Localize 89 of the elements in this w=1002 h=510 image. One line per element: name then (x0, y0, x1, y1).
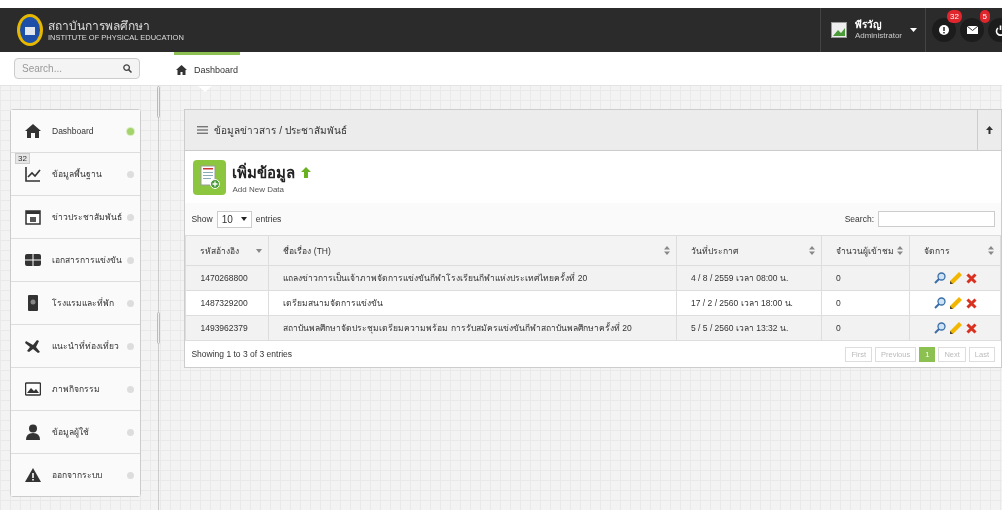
envelope-icon (966, 26, 978, 34)
magnifier-icon[interactable] (933, 297, 946, 309)
table-cell: 1493962379 (185, 315, 269, 341)
menu-label: ภาพกิจกรรม (52, 383, 101, 396)
column-header[interactable]: ชื่อเรื่อง (TH) (268, 235, 677, 266)
add-data-subtitle: Add New Data (232, 184, 286, 194)
magnifier-icon[interactable] (933, 272, 946, 284)
mail-button[interactable] (960, 18, 984, 42)
sidebar-item[interactable]: Dashboard (11, 110, 141, 153)
show-label: Show (191, 214, 213, 224)
pencil-icon[interactable] (949, 272, 962, 284)
table-cell: 1470268800 (185, 265, 269, 291)
picture-icon (25, 381, 41, 397)
table-cell: เตรียมสนามจัดการแข่งขัน (268, 290, 677, 316)
alert-button[interactable] (932, 18, 956, 42)
page-size-select[interactable]: 10 (216, 210, 252, 228)
menu-label: เอกสารการแข่งขัน (52, 254, 123, 267)
column-header[interactable]: จัดการ (909, 235, 1001, 266)
sidebar-item[interactable]: ภาพกิจกรรม (11, 368, 141, 411)
table-cell: 4 / 8 / 2559 เวลา 08:00 น. (676, 265, 822, 291)
column-header[interactable]: รหัสอ้างอิง (185, 235, 269, 266)
magnifier-icon[interactable] (933, 322, 946, 334)
pencil-icon[interactable] (949, 297, 962, 309)
search-input[interactable]: Search... (22, 63, 123, 74)
sidebar-item[interactable]: โรงแรมและที่พัก (11, 282, 141, 325)
cabinet-icon (25, 252, 41, 268)
add-data-title: เพิ่มข้อมูล (232, 161, 296, 185)
column-header[interactable]: วันที่ประกาศ (676, 235, 822, 266)
delete-icon[interactable] (965, 272, 977, 284)
up-arrow-icon (986, 126, 993, 134)
organization-name: สถาบันการพลศึกษา (48, 18, 151, 33)
table-cell: 17 / 2 / 2560 เวลา 18:00 น. (676, 290, 822, 316)
entries-label: entries (255, 214, 282, 224)
menu-label: โรงแรมและที่พัก (52, 296, 115, 310)
menu-label: ข้อมูลผู้ใช้ (52, 426, 90, 439)
up-arrow-icon (301, 167, 312, 178)
add-document-button[interactable] (193, 159, 227, 195)
sidebar-item[interactable]: ข่าวประชาสัมพันธ์ (11, 196, 141, 239)
pencil-icon[interactable] (949, 322, 962, 334)
count-badge: 32 (947, 10, 962, 23)
home-icon (176, 65, 187, 75)
person-icon (25, 424, 41, 440)
menu-label: แนะนำที่ท่องเที่ยว (52, 339, 120, 353)
breadcrumb-tab[interactable]: Dashboard (174, 52, 241, 85)
breadcrumb-label: Dashboard (194, 65, 239, 75)
table-cell: 0 (821, 290, 910, 316)
sidebar-item[interactable]: แนะนำที่ท่องเที่ยว (11, 325, 141, 368)
calendar-icon (25, 209, 41, 225)
table-cell: 5 / 5 / 2560 เวลา 13:32 น. (676, 315, 822, 341)
sidebar-item[interactable]: เอกสารการแข่งขัน (11, 239, 141, 282)
search-icon (123, 64, 132, 73)
table-info: Showing 1 to 3 of 3 entries (191, 349, 293, 359)
exclamation-icon (939, 25, 949, 35)
menu-label: ออกจากระบบ (52, 469, 103, 482)
panel-title: ข้อมูลข่าวสาร / ประชาสัมพันธ์ (214, 123, 347, 138)
menu-label: ข้อมูลพื้นฐาน (52, 167, 103, 181)
menu-label: Dashboard (52, 126, 95, 136)
avatar-icon (830, 22, 847, 38)
menu-label: ข่าวประชาสัมพันธ์ (52, 211, 123, 224)
home-icon (25, 123, 41, 139)
sidebar-item[interactable]: 32 ข้อมูลพื้นฐาน (11, 153, 141, 196)
line-chart-icon (25, 166, 41, 182)
table-search-field[interactable] (878, 211, 995, 227)
column-header[interactable]: จำนวนผู้เข้าชม (821, 235, 910, 266)
caret-icon (910, 28, 917, 32)
search-label: Search: (844, 214, 874, 224)
power-icon (994, 24, 1002, 36)
sidebar-item[interactable]: ข้อมูลผู้ใช้ (11, 411, 141, 454)
caret-icon (240, 217, 247, 221)
table-cell: 1487329200 (185, 290, 269, 316)
table-cell: 0 (821, 315, 910, 341)
table-cell: แถลงข่าวการเป็นเจ้าภาพจัดการแข่งขันกีฬาโรงเรียนกีฬาแห่งประเทศไทยครั้งที่ 20 (268, 265, 677, 291)
count-badge: 32 (15, 153, 30, 164)
warning-icon (25, 467, 41, 483)
resize-handle[interactable] (157, 86, 161, 118)
delete-icon[interactable] (965, 297, 977, 309)
book-icon (25, 295, 41, 311)
count-badge: 5 (979, 10, 990, 23)
menu-icon (197, 126, 209, 134)
user-name: พีรวัญ (854, 19, 883, 31)
user-role: Administrator (854, 31, 902, 41)
table-cell: 0 (821, 265, 910, 291)
sidebar-item[interactable]: ออกจากระบบ (11, 454, 141, 496)
document-add-icon (199, 165, 220, 189)
delete-icon[interactable] (965, 322, 977, 334)
emblem-logo (16, 13, 44, 47)
resize-handle[interactable] (157, 312, 161, 344)
search-field[interactable]: Search... (14, 58, 140, 79)
table-cell: สถาบันพลศึกษาจัดประชุมเตรียมความพร้อม การรับสมัครแข่งขันกีฬาสถาบันพลศึกษาครั้งที่ 20 (268, 315, 677, 341)
